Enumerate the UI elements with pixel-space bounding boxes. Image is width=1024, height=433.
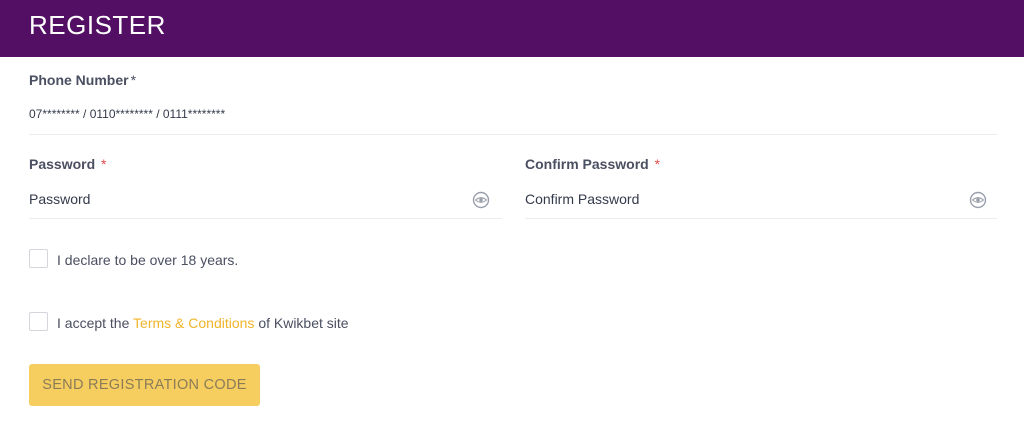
phone-underline bbox=[29, 134, 997, 135]
phone-label-text: Phone Number bbox=[29, 72, 129, 88]
password-label: Password * bbox=[29, 156, 106, 172]
terms-checkbox[interactable] bbox=[29, 312, 48, 331]
eye-icon[interactable] bbox=[969, 191, 987, 209]
confirm-password-label-text: Confirm Password bbox=[525, 156, 649, 172]
confirm-password-input[interactable] bbox=[525, 189, 955, 209]
confirm-password-underline bbox=[525, 218, 997, 219]
phone-number-input[interactable] bbox=[29, 104, 989, 124]
phone-required-mark: * bbox=[130, 72, 137, 88]
terms-text: I accept the Terms & Conditions of Kwikb… bbox=[57, 315, 349, 331]
page-header: REGISTER bbox=[0, 0, 1024, 57]
eye-icon[interactable] bbox=[472, 191, 490, 209]
password-label-text: Password bbox=[29, 156, 96, 172]
password-required-mark: * bbox=[101, 156, 107, 172]
confirm-password-label: Confirm Password * bbox=[525, 156, 660, 172]
password-input[interactable] bbox=[29, 189, 459, 209]
terms-suffix: of Kwikbet site bbox=[258, 315, 349, 331]
page-title: REGISTER bbox=[29, 10, 166, 40]
terms-prefix: I accept the bbox=[57, 315, 130, 331]
phone-label: Phone Number * bbox=[29, 72, 136, 88]
confirm-password-required-mark: * bbox=[654, 156, 661, 172]
password-underline bbox=[29, 218, 502, 219]
age-declaration-text: I declare to be over 18 years. bbox=[57, 252, 239, 268]
age-declaration-checkbox[interactable] bbox=[29, 249, 48, 268]
send-registration-code-button[interactable]: SEND REGISTRATION CODE bbox=[29, 364, 260, 406]
terms-conditions-link[interactable]: Terms & Conditions bbox=[133, 315, 254, 331]
